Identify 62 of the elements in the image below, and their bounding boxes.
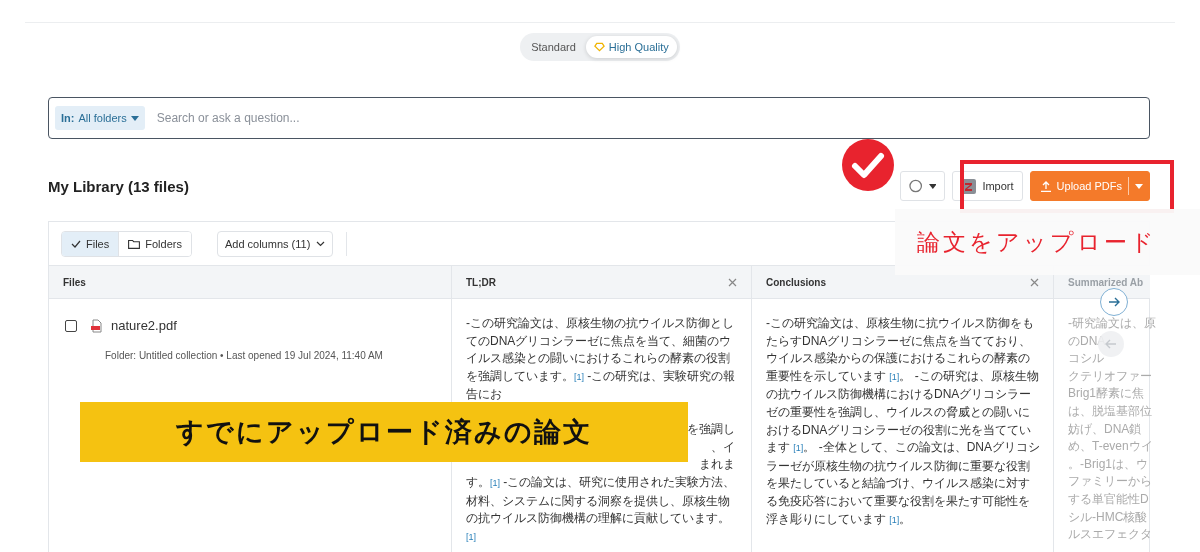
- abstract-text-line: -研究論文は、原: [1068, 315, 1156, 332]
- arrow-right-icon: [1108, 297, 1120, 307]
- abstract-text-line: め、T-evenウイ: [1068, 438, 1153, 456]
- add-columns-dropdown[interactable]: Add columns (11): [216, 230, 334, 257]
- caret-icon: [1135, 183, 1143, 189]
- view-tab[interactable]: Folders: [118, 231, 191, 256]
- column-header: TL;DR: [466, 276, 496, 288]
- column-header: Summarized Ab: [1068, 276, 1144, 288]
- folder-icon: [128, 238, 141, 249]
- abstract-text-line: のDNA: [1068, 332, 1106, 350]
- upload-icon: [1040, 180, 1051, 192]
- summary-text-fragment: を強調し: [687, 421, 735, 439]
- abstract-text-line: ファミリーから: [1068, 473, 1152, 491]
- citation-link[interactable]: [1]: [466, 531, 476, 542]
- folder-label: Folder: Untitled collection •: [105, 349, 224, 361]
- callout-text: すでにアップロード済みの論文: [176, 416, 592, 449]
- summary-text: -この研究論文は、原核生物の抗ウイルス防御としてのDNAグリコシラーゼに焦点を当て、細菌のウイルス感染との闘いにおけるこれらの酵素の役割を強調しています。[1] -この研究は、実験研究の報告にお: [466, 315, 737, 404]
- search-field[interactable]: In: All folders Search or ask a question...: [48, 97, 1150, 139]
- abstract-text-line: コシル: [1068, 350, 1104, 368]
- column-header: Conclusions: [766, 276, 826, 288]
- abstract-text-line: 。-Brig1は、ウ: [1068, 455, 1148, 473]
- chevron-down-icon: [316, 240, 326, 247]
- import-button[interactable]: Import: [952, 171, 1023, 201]
- citation-link[interactable]: [1]: [490, 477, 500, 488]
- callout-text: 論文をアップロード: [917, 227, 1157, 257]
- close-button[interactable]: [1030, 277, 1039, 287]
- abstract-text-line: Brig1酵素に焦: [1068, 385, 1144, 403]
- diamond-icon: [593, 42, 605, 52]
- view-tab[interactable]: Files: [62, 231, 119, 256]
- close-button[interactable]: [728, 277, 737, 287]
- last-opened-text: Last opened 19 Jul 2024, 11:40 AM: [225, 349, 383, 361]
- pdf-file-icon: [91, 318, 103, 333]
- citation-link[interactable]: [1]: [574, 371, 584, 382]
- close-icon: [728, 277, 737, 287]
- citation-link[interactable]: [1]: [889, 371, 900, 382]
- close-icon: [1030, 277, 1039, 287]
- summary-text-fragment: まれま: [699, 456, 735, 474]
- abstract-text-line: クテリオファー: [1068, 367, 1152, 385]
- folder-scope-dropdown[interactable]: In: All folders: [55, 106, 145, 130]
- caret-icon: [130, 115, 139, 121]
- cite-style-button[interactable]: [900, 171, 946, 201]
- upload-button[interactable]: Upload PDFs: [1029, 171, 1150, 201]
- row-checkbox[interactable]: [65, 319, 77, 332]
- file-name[interactable]: nature2.pdf: [111, 317, 177, 335]
- check-badge-icon: [842, 139, 894, 191]
- quality-option[interactable]: High Quality: [585, 36, 677, 58]
- citation-link[interactable]: [1]: [793, 443, 804, 454]
- quality-option[interactable]: Standard: [523, 36, 584, 58]
- arrow-left-icon: [1105, 339, 1117, 349]
- abstract-text-line: 妨げ、DNA鎖: [1068, 420, 1142, 438]
- abstract-text-line: は、脱塩基部位: [1068, 402, 1152, 420]
- citation-link[interactable]: [1]: [889, 514, 900, 525]
- caret-icon: [928, 183, 937, 189]
- check-icon: [71, 239, 81, 248]
- abstract-text-line: する単官能性D: [1068, 490, 1149, 508]
- abstract-text-line: シル-HMC核酸: [1068, 508, 1148, 526]
- summary-text: す。[1] -この論文は、研究に使用された実験方法、材料、システムに関する洞察を提供し、原核生物の抗ウイルス防御機構の理解に貢献しています。 [1]: [466, 473, 737, 544]
- conclusion-text: -この研究論文は、原核生物に抗ウイルス防御をもたらすDNAグリコシラーゼに焦点を当てており、ウイルス感染からの保護におけるこれらの酵素の重要性を示しています [1]。 -この研究は、原核生物の抗ウイルス防御機構におけるDNAグリコシラーゼの重要性を強調し、ウイルスの脅威との闘いにおけるDNAグリコシラーゼの役割に光を当てています [1]。 -全体として、この論文は、DNAグリコシラーゼが原核生物の抗ウイルス防御に重要な役割を果たしていると結論づけ、ウイルス感染に対する免疫応答において重要な役割を果たす可能性を浮き彫りにしています [1]。: [766, 315, 1041, 528]
- library-title: My Library (13 files): [48, 177, 189, 195]
- column-header: Files: [63, 276, 86, 288]
- summary-text-fragment: 、イ: [711, 438, 735, 456]
- abstract-text-line: ルスエフェクタ: [1068, 526, 1152, 544]
